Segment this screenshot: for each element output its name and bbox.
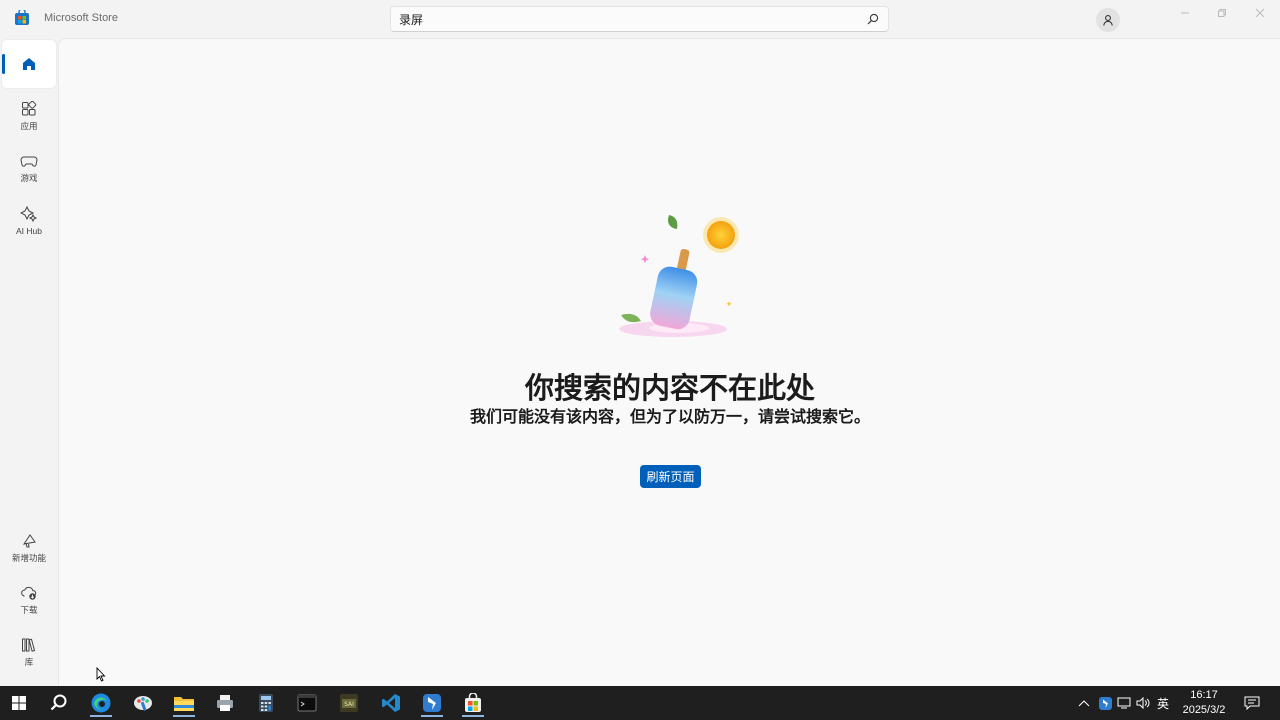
minimize-button[interactable]: [1170, 4, 1200, 22]
search-icon: [50, 694, 67, 711]
clock-date: 2025/3/2: [1182, 704, 1226, 716]
terminal-icon: [297, 694, 317, 712]
taskbar-printer[interactable]: [210, 689, 240, 717]
sai-icon: SAI: [340, 694, 358, 712]
running-indicator: [173, 715, 195, 717]
restore-icon: [1218, 9, 1226, 17]
taskbar-sai[interactable]: SAI: [334, 689, 364, 717]
sidebar-item-label: 库: [24, 656, 34, 667]
sidebar-item-games[interactable]: 游戏: [2, 144, 56, 192]
active-indicator: [2, 54, 5, 74]
feishu-tray-icon: [1098, 696, 1112, 710]
notification-center-button[interactable]: [1240, 689, 1264, 717]
running-indicator: [90, 715, 112, 717]
sidebar-item-label: 下载: [20, 604, 38, 615]
gamepad-icon: [20, 156, 38, 167]
store-logo-icon: [15, 10, 29, 25]
sidebar-item-aihub[interactable]: AI Hub: [2, 196, 56, 244]
store-icon: [465, 693, 481, 712]
sidebar-item-downloads[interactable]: 下载: [2, 576, 56, 624]
clock[interactable]: 16:17 2025/3/2: [1176, 688, 1232, 718]
sidebar-item-label: AI Hub: [16, 225, 42, 236]
mouse-cursor-icon: [96, 667, 106, 682]
sidebar-item-home[interactable]: [2, 40, 56, 88]
show-hidden-icons-button[interactable]: [1072, 689, 1096, 717]
page-subtext: 我们可能没有该内容，但为了以防万一，请尝试搜索它。: [470, 409, 871, 426]
refresh-page-button[interactable]: 刷新页面: [640, 465, 701, 488]
taskbar: SAI 英 16:17 2025/3/2: [0, 686, 1280, 720]
account-avatar[interactable]: [1096, 8, 1120, 32]
taskbar-edge[interactable]: [86, 689, 116, 717]
chevron-up-icon: [1078, 700, 1090, 707]
sparkle-icon: [20, 205, 38, 222]
title-bar: Microsoft Store 录屏: [0, 0, 1280, 38]
start-button[interactable]: [4, 689, 34, 717]
library-icon: [22, 638, 36, 652]
taskbar-feishu[interactable]: [417, 689, 447, 717]
volume-button[interactable]: [1134, 689, 1152, 717]
person-icon: [1103, 15, 1113, 26]
sidebar-item-label: 游戏: [20, 172, 38, 183]
page-heading: 你搜索的内容不在此处: [524, 373, 815, 405]
search-box[interactable]: 录屏: [390, 6, 889, 32]
megaphone-icon: [22, 533, 36, 547]
speaker-icon: [1136, 697, 1150, 709]
sidebar-item-apps[interactable]: 应用: [2, 92, 56, 140]
calculator-icon: [259, 694, 273, 712]
close-button[interactable]: [1245, 4, 1275, 22]
sidebar: 应用 游戏 AI Hub 新增功能 下载 库: [0, 38, 58, 686]
windows-start-icon: [12, 696, 26, 710]
home-icon: [23, 58, 35, 70]
sidebar-item-library[interactable]: 库: [2, 628, 56, 676]
taskbar-paint[interactable]: [128, 689, 158, 717]
running-indicator: [462, 715, 484, 717]
taskbar-file-explorer[interactable]: [169, 689, 199, 717]
taskbar-calculator[interactable]: [251, 689, 281, 717]
main-content: 你搜索的内容不在此处 我们可能没有该内容，但为了以防万一，请尝试搜索它。 刷新页…: [58, 38, 1280, 686]
edge-icon: [91, 693, 111, 713]
minimize-icon: [1181, 12, 1189, 14]
taskbar-store[interactable]: [458, 689, 488, 717]
vscode-icon: [382, 694, 400, 712]
close-icon: [1255, 8, 1265, 18]
maximize-button[interactable]: [1207, 4, 1237, 22]
search-input[interactable]: 录屏: [399, 11, 866, 28]
taskbar-terminal[interactable]: [292, 689, 322, 717]
app-title: Microsoft Store: [44, 12, 118, 24]
notification-icon: [1244, 696, 1260, 710]
sidebar-item-label: 新增功能: [11, 552, 46, 563]
paint-icon: [134, 696, 152, 711]
svg-text:SAI: SAI: [344, 701, 354, 708]
search-icon[interactable]: [866, 12, 880, 26]
ime-indicator[interactable]: 英: [1157, 695, 1169, 712]
tray-feishu[interactable]: [1096, 689, 1114, 717]
taskbar-search-button[interactable]: [44, 689, 74, 717]
melting-popsicle-illustration: [619, 215, 739, 337]
cloud-download-icon: [21, 586, 37, 600]
sidebar-item-label: 应用: [20, 120, 38, 131]
running-indicator: [421, 715, 443, 717]
feishu-icon: [423, 694, 441, 712]
sidebar-item-whatsnew[interactable]: 新增功能: [2, 524, 56, 572]
network-button[interactable]: [1115, 689, 1133, 717]
printer-icon: [217, 695, 233, 711]
file-explorer-icon: [174, 697, 194, 711]
network-icon: [1117, 697, 1131, 709]
apps-icon: [22, 100, 37, 115]
clock-time: 16:17: [1190, 689, 1218, 701]
taskbar-vscode[interactable]: [376, 689, 406, 717]
